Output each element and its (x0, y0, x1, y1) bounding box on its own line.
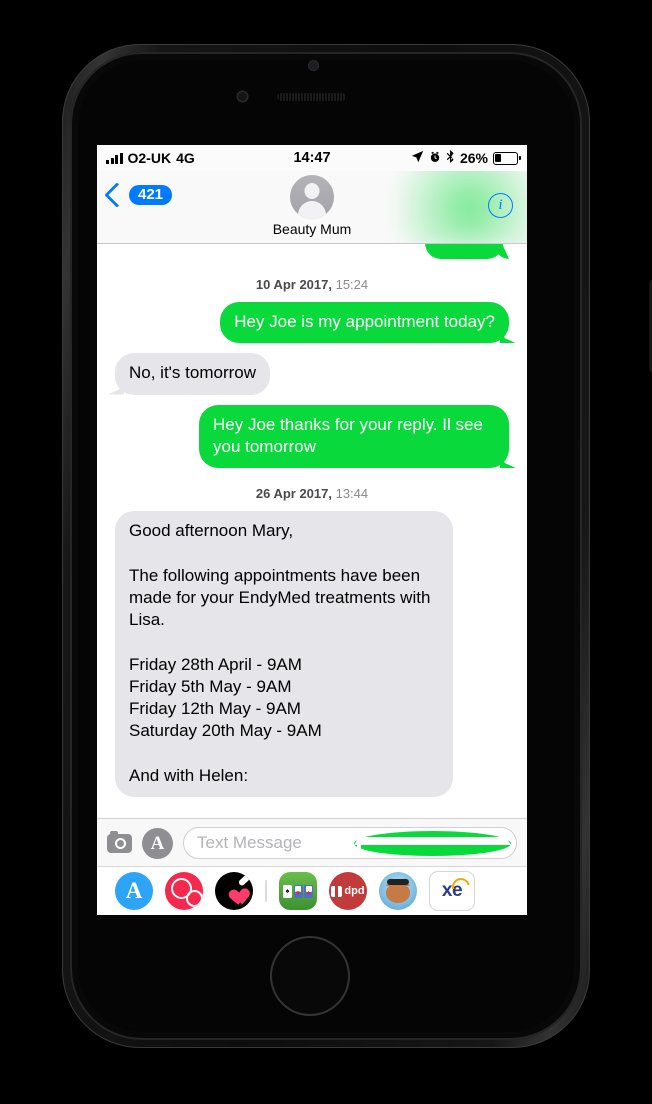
send-button[interactable] (354, 830, 511, 856)
avatar[interactable] (290, 175, 334, 219)
location-arrow-icon (411, 150, 424, 166)
app-store-icon[interactable]: A (142, 827, 173, 859)
info-button[interactable]: i (488, 193, 513, 218)
app-drawer-item-solitaire[interactable]: ♠ ♥ ♦ (279, 872, 317, 910)
app-drawer-item-xe[interactable]: xe (429, 871, 475, 911)
app-drawer-item-heart-plaster[interactable] (215, 872, 253, 910)
message-bubble-incoming-appointments[interactable]: Good afternoon Mary, The following appoi… (115, 511, 453, 798)
status-bar-right: 26% (411, 150, 521, 166)
text-message-field[interactable]: Text Message (183, 827, 517, 859)
timestamp-divider: 10 Apr 2017, 15:24 (107, 277, 517, 292)
phone-screen: O2-UK 4G 14:47 26% 421 Beauty Mum i 10 A… (97, 145, 527, 915)
status-bar: O2-UK 4G 14:47 26% (97, 145, 527, 171)
timestamp-time: 15:24 (331, 277, 369, 292)
timestamp-divider: 26 Apr 2017, 13:44 (107, 486, 517, 501)
timestamp-date: 26 Apr 2017, (255, 486, 332, 502)
bluetooth-icon (446, 150, 455, 166)
app-drawer-item-search-globe[interactable] (165, 872, 203, 910)
alarm-clock-icon (429, 150, 441, 166)
contact-name-label: Beauty Mum (272, 221, 352, 237)
camera-icon[interactable] (107, 830, 132, 853)
avatar-body (298, 201, 326, 219)
dpd-label: dpd (344, 885, 365, 897)
sunglasses-icon (387, 879, 409, 885)
message-row: Hey Joe thanks for your reply. Il see yo… (107, 404, 517, 469)
card-diamond-icon: ♦ (304, 884, 313, 898)
message-input-bar: A Text Message (97, 818, 527, 867)
package-icon (331, 885, 343, 897)
card-heart-icon: ♥ (293, 884, 303, 898)
screenshot-stage: O2-UK 4G 14:47 26% 421 Beauty Mum i 10 A… (0, 0, 652, 1104)
home-button[interactable] (272, 938, 348, 1014)
app-drawer-item-dpd[interactable]: dpd (329, 872, 367, 910)
avatar-head (304, 183, 320, 199)
plaster-icon (237, 873, 252, 887)
card-spade-icon: ♠ (283, 884, 292, 898)
navigation-bar: 421 Beauty Mum i (97, 171, 527, 244)
message-row: No, it's tomorrow (107, 353, 517, 395)
send-arrow-icon (354, 837, 511, 852)
partial-message-bubble[interactable] (425, 243, 503, 259)
app-drawer-item-app-store[interactable]: A (115, 872, 153, 910)
text-message-placeholder: Text Message (197, 833, 302, 852)
earpiece-speaker (277, 93, 346, 101)
contact-header[interactable]: Beauty Mum (97, 175, 527, 237)
app-drawer-item-cat-avatar[interactable] (379, 872, 417, 910)
front-camera-icon (309, 61, 318, 70)
conversation-scroll[interactable]: 10 Apr 2017, 15:24 Hey Joe is my appoint… (97, 243, 527, 819)
timestamp-time: 13:44 (331, 486, 369, 502)
battery-percent-label: 26% (459, 150, 488, 166)
message-row: Good afternoon Mary, The following appoi… (107, 511, 517, 798)
battery-icon (493, 151, 521, 165)
app-store-glyph: A (150, 832, 165, 854)
message-bubble-incoming[interactable]: No, it's tomorrow (115, 353, 270, 395)
magnifier-icon (186, 890, 203, 907)
message-bubble-outgoing[interactable]: Hey Joe thanks for your reply. Il see yo… (199, 404, 509, 469)
cat-face-icon (386, 877, 410, 903)
message-bubble-outgoing[interactable]: Hey Joe is my appointment today? (220, 302, 509, 344)
timestamp-date: 10 Apr 2017, (255, 277, 332, 292)
message-row: Hey Joe is my appointment today? (107, 302, 517, 344)
drawer-separator (265, 880, 267, 902)
imessage-app-drawer[interactable]: A ♠ ♥ ♦ dpd xe (97, 866, 527, 915)
proximity-sensor-icon (238, 92, 247, 101)
message-list: 10 Apr 2017, 15:24 Hey Joe is my appoint… (97, 243, 527, 798)
